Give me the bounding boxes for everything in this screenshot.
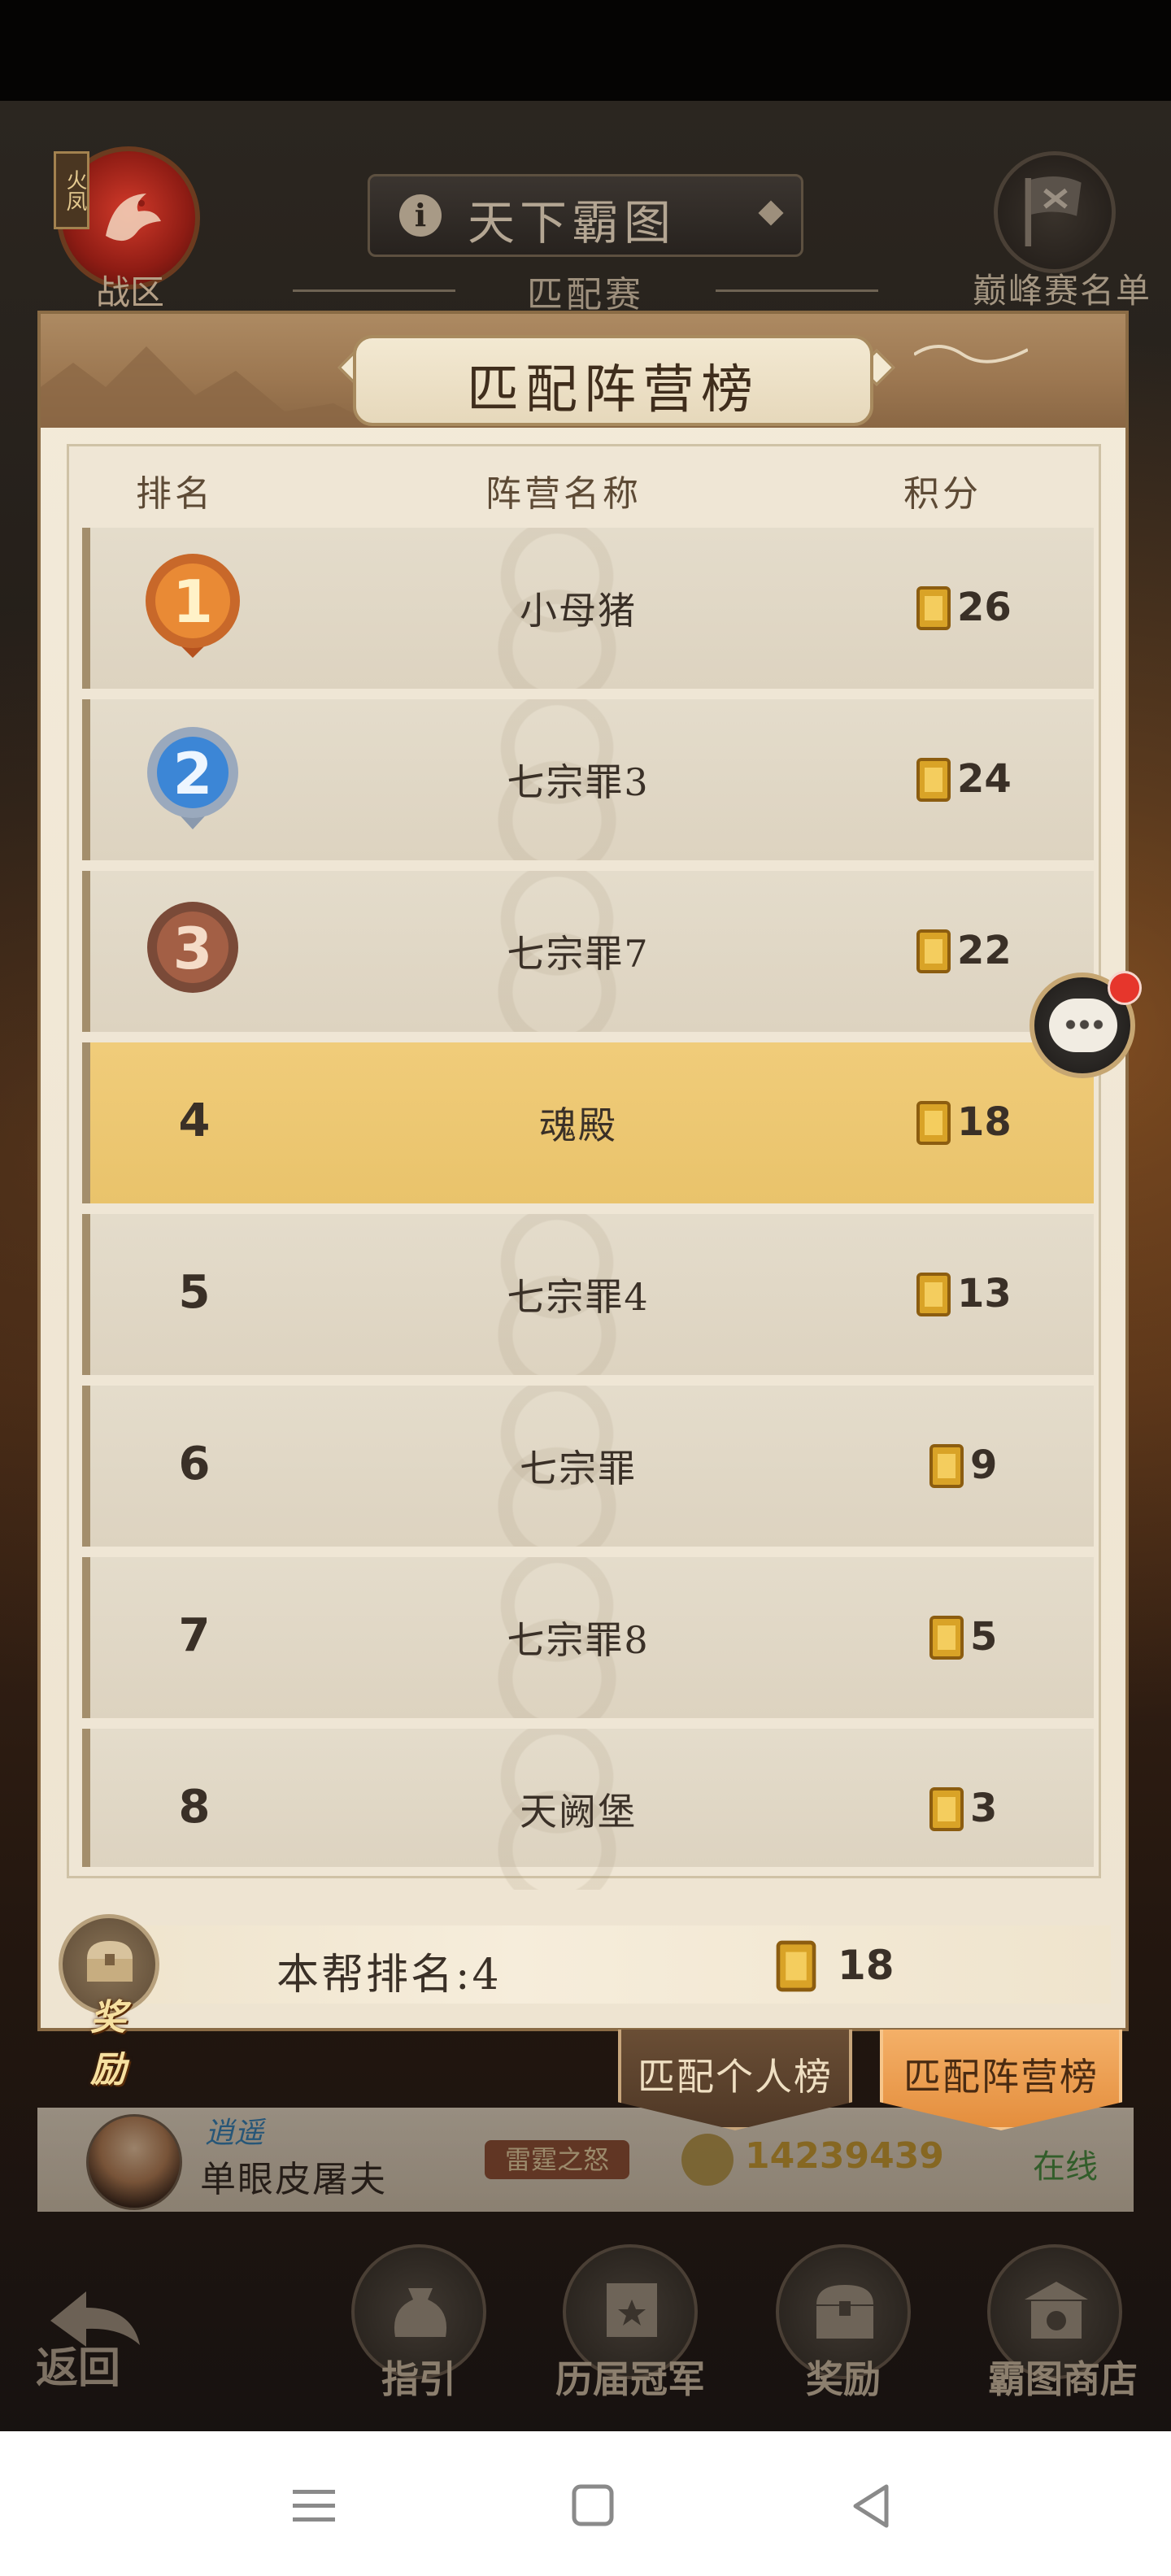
system-navigation-bar xyxy=(0,2431,1171,2576)
flag-icon xyxy=(1025,176,1082,246)
table-row-own-camp[interactable]: 4 魂殿 18 xyxy=(82,1042,1094,1203)
token-icon xyxy=(929,1616,964,1660)
dialog-title: 匹配阵营榜 xyxy=(467,360,760,420)
chat-button[interactable] xyxy=(1030,971,1142,1078)
mountain-decoration xyxy=(41,346,382,428)
rank-number: 8 xyxy=(178,1781,211,1834)
info-icon[interactable]: i xyxy=(399,194,442,237)
table-row[interactable]: 5 七宗罪4 13 xyxy=(82,1214,1094,1375)
camp-name: 七宗罪3 xyxy=(507,760,650,804)
token-icon xyxy=(916,758,951,802)
back-icon[interactable] xyxy=(849,2483,898,2529)
notification-dot xyxy=(1108,971,1142,1005)
gate-icon xyxy=(1025,2282,1088,2339)
guild-badge: 雷霆之怒 xyxy=(485,2140,629,2179)
own-score-value: 18 xyxy=(838,1942,895,1989)
score-value: 9 xyxy=(970,1442,998,1488)
score-value: 18 xyxy=(957,1099,1012,1145)
svg-text:2: 2 xyxy=(173,741,213,807)
camp-name: 天阙堡 xyxy=(520,1790,637,1834)
token-icon xyxy=(776,1940,816,1992)
rank-number: 4 xyxy=(178,1094,211,1147)
score-value: 3 xyxy=(970,1786,998,1831)
bird-emblem-icon xyxy=(106,194,161,242)
page-subtitle: 匹配赛 xyxy=(527,274,644,315)
header-rank: 排名 xyxy=(136,473,214,515)
player-status: 在线 xyxy=(1033,2148,1098,2186)
rank-number: 7 xyxy=(178,1609,211,1662)
status-bar xyxy=(0,0,1171,101)
header-score: 积分 xyxy=(903,473,982,515)
token-icon xyxy=(916,929,951,973)
background-player-row: 逍遥 单眼皮屠夫 雷霆之怒 14239439 在线 xyxy=(37,2108,1134,2212)
table-row[interactable]: 6 七宗罪 9 xyxy=(82,1386,1094,1547)
rewards-label: 奖励 xyxy=(806,2357,881,2401)
rank-number: 6 xyxy=(178,1438,211,1490)
header-camp-name: 阵营名称 xyxy=(485,473,642,515)
table-row[interactable]: 1 小母猪 26 xyxy=(82,528,1094,689)
power-icon xyxy=(681,2134,734,2186)
score-value: 5 xyxy=(970,1614,998,1660)
score-value: 22 xyxy=(957,928,1012,973)
camp-name: 七宗罪7 xyxy=(507,932,650,976)
token-icon xyxy=(916,1101,951,1145)
player-power: 14239439 xyxy=(745,2135,944,2177)
rank-number: 5 xyxy=(178,1266,211,1319)
token-icon xyxy=(929,1787,964,1831)
bag-icon xyxy=(394,2288,447,2337)
chat-dots xyxy=(1064,1020,1104,1029)
page-title: 天下霸图 xyxy=(468,195,677,250)
table-header: 排名 阵营名称 积分 xyxy=(69,446,1099,524)
ranking-table: 排名 阵营名称 积分 1 小母猪 26 2 七宗罪3 24 3 七宗罪7 22 … xyxy=(67,444,1101,1890)
guide-label: 指引 xyxy=(381,2357,456,2401)
home-icon[interactable] xyxy=(569,2483,618,2529)
token-icon xyxy=(929,1444,964,1488)
dialog-title-plate: 匹配阵营榜 xyxy=(353,335,873,426)
table-row[interactable]: 8 天阙堡 3 xyxy=(82,1729,1094,1890)
gold-medal-icon: 1 xyxy=(146,554,240,658)
menu-icon[interactable] xyxy=(289,2483,338,2529)
title-bar: i 天下霸图 xyxy=(368,174,803,257)
bronze-medal-icon: 3 xyxy=(147,902,238,993)
divider xyxy=(716,289,878,292)
svg-text:1: 1 xyxy=(172,568,213,636)
reward-button[interactable]: 奖励 xyxy=(59,1914,159,2091)
chest-icon xyxy=(87,1941,133,1982)
own-rank-strip xyxy=(119,1925,1111,2004)
camp-name: 七宗罪 xyxy=(520,1447,637,1490)
camp-name: 魂殿 xyxy=(539,1103,617,1147)
score-value: 26 xyxy=(957,585,1012,630)
camp-name: 七宗罪4 xyxy=(507,1275,650,1319)
silver-medal-icon: 2 xyxy=(147,727,238,829)
token-icon xyxy=(916,586,951,630)
cloud-decoration xyxy=(914,345,1028,363)
table-row[interactable]: 2 七宗罪3 24 xyxy=(82,699,1094,860)
trophy-icon xyxy=(607,2283,657,2337)
zone-tag: 火凤 xyxy=(54,151,89,229)
player-name: 单眼皮屠夫 xyxy=(200,2159,387,2200)
own-rank-bar: 奖励 本帮排名:4 18 xyxy=(41,1908,1125,2091)
table-row[interactable]: 7 七宗罪8 5 xyxy=(82,1557,1094,1718)
chest-icon xyxy=(816,2285,873,2339)
peak-list-label: 巅峰赛名单 xyxy=(972,271,1151,311)
own-rank-text: 本帮排名:4 xyxy=(276,1951,502,1999)
shop-label: 霸图商店 xyxy=(988,2357,1138,2401)
reward-label: 奖励 xyxy=(90,1997,126,2091)
score-value: 13 xyxy=(957,1271,1012,1316)
camp-name: 小母猪 xyxy=(520,589,637,633)
diamond-ornament-icon xyxy=(758,200,784,226)
back-label: 返回 xyxy=(36,2343,121,2393)
peak-list-button[interactable] xyxy=(994,151,1116,273)
champions-label: 历届冠军 xyxy=(555,2357,705,2401)
player-title-tag: 逍遥 xyxy=(205,2117,264,2150)
avatar xyxy=(86,2114,182,2210)
score-value: 24 xyxy=(957,756,1012,802)
zone-label: 战区 xyxy=(95,272,164,312)
camp-name: 七宗罪8 xyxy=(507,1618,650,1662)
svg-text:3: 3 xyxy=(173,916,213,982)
divider xyxy=(293,289,455,292)
token-icon xyxy=(916,1273,951,1316)
camp-ranking-dialog: 匹配阵营榜 排名 阵营名称 积分 1 小母猪 26 2 七宗罪3 24 3 七宗… xyxy=(37,311,1129,2091)
table-row[interactable]: 3 七宗罪7 22 xyxy=(82,871,1094,1032)
